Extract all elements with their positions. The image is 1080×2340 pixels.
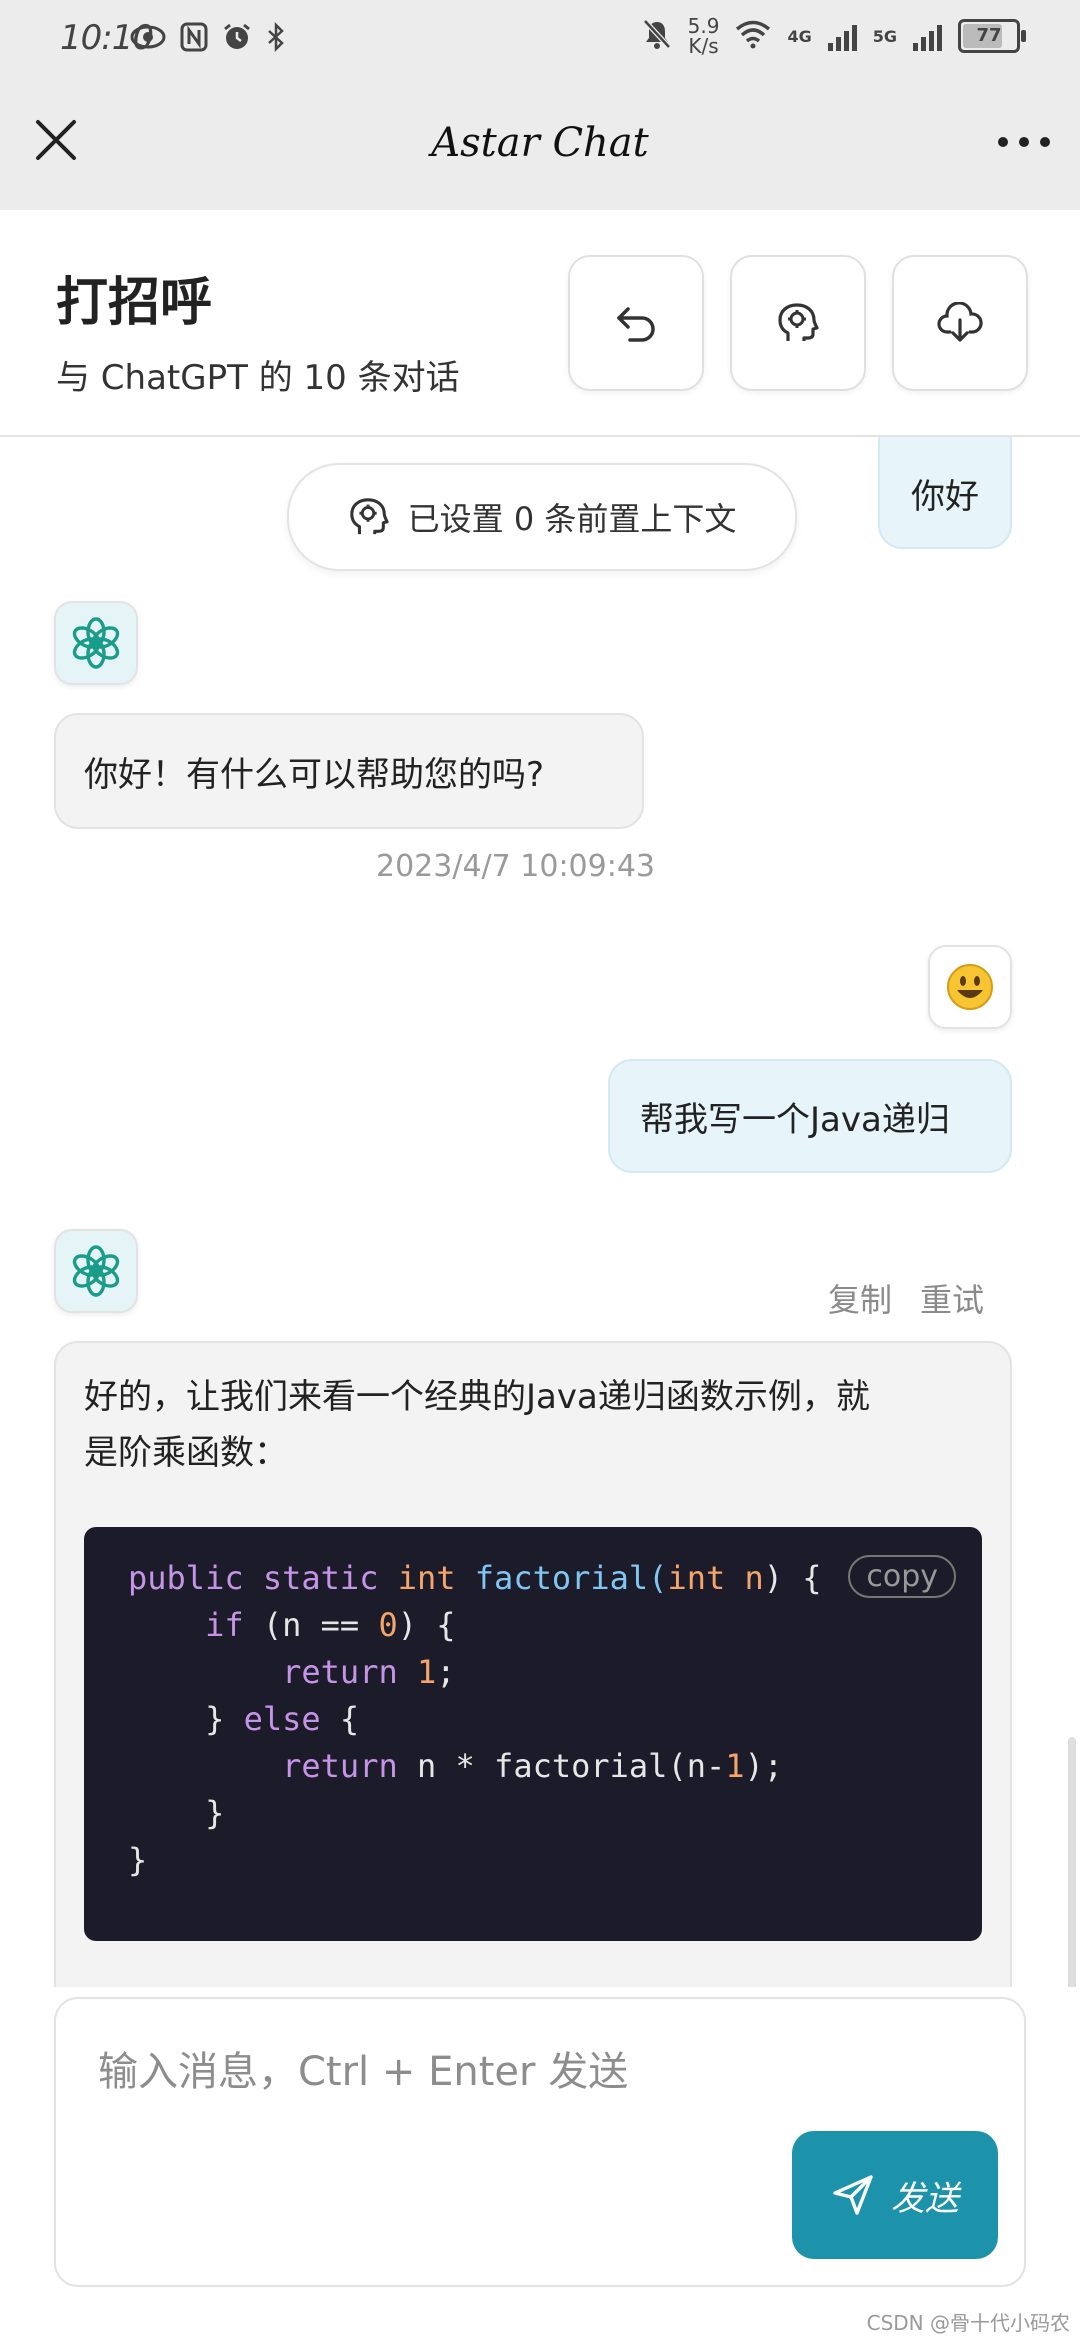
openai-logo-icon	[72, 1245, 120, 1297]
code-block: copy public static int factorial(int n) …	[84, 1527, 982, 1941]
wifi-icon	[735, 19, 771, 53]
undo-icon	[617, 307, 655, 342]
code-token: else	[243, 1700, 321, 1738]
copy-code-button[interactable]: copy	[848, 1555, 956, 1598]
openai-logo-icon	[72, 617, 120, 669]
code-token: int	[397, 1559, 456, 1597]
message-input[interactable]: 输入消息，Ctrl + Enter 发送 发送	[54, 1997, 1026, 2287]
signal-bars-2-icon	[913, 21, 942, 51]
code-line: }	[128, 1794, 225, 1832]
cloud-download-icon	[937, 302, 983, 342]
download-button[interactable]	[892, 255, 1028, 391]
user-avatar	[928, 945, 1012, 1029]
code-line: }	[128, 1841, 148, 1879]
code-token: ) {	[397, 1606, 456, 1644]
retry-button[interactable]: 重试	[920, 1275, 984, 1321]
speed-unit: K/s	[688, 34, 719, 58]
code-line: return n * factorial(n-1);	[128, 1743, 982, 1790]
network-type-1: 4G	[787, 26, 812, 46]
message-text-block: 好的，让我们来看一个经典的Java递归函数示例，就 是阶乘函数：	[84, 1369, 870, 1481]
assistant-message: 你好！有什么可以帮助您的吗?	[54, 713, 644, 829]
code-token: }	[128, 1700, 244, 1738]
status-right-icons: 5.9 K/s 4G 5G 77	[642, 16, 1026, 56]
battery-icon: 77	[958, 19, 1026, 53]
smiley-face-icon	[947, 964, 993, 1010]
code-token: return	[282, 1747, 398, 1785]
send-icon	[833, 2175, 873, 2215]
bluetooth-icon	[266, 21, 286, 60]
chat-area[interactable]: 已设置 0 条前置上下文 你好 你好！有什么可以帮助您的吗? 2023/4/7 …	[0, 437, 1080, 1987]
user-message: 帮我写一个Java递归	[608, 1059, 1012, 1173]
code-token: 1	[397, 1653, 437, 1691]
bot-avatar	[54, 601, 138, 685]
user-message: 你好	[878, 437, 1012, 549]
bot-avatar	[54, 1229, 138, 1313]
code-token: 0	[378, 1606, 398, 1644]
signal-bars-1-icon	[827, 21, 857, 51]
code-token: public	[128, 1559, 244, 1597]
message-input-placeholder: 输入消息，Ctrl + Enter 发送	[98, 2049, 629, 2095]
status-bar: 10:10 5.9 K/s 4G 5G 77	[0, 0, 1080, 80]
network-type-2: 5G	[872, 26, 897, 46]
brain-head-icon	[349, 498, 389, 535]
message-text: 你好	[911, 476, 979, 517]
bell-off-icon	[642, 18, 672, 54]
app-bar: Astar Chat	[0, 80, 1080, 210]
context-pill-label: 已设置 0 条前置上下文	[407, 500, 737, 538]
code-token: 1	[725, 1747, 745, 1785]
battery-level: 77	[976, 25, 1002, 46]
code-token: (n ==	[243, 1606, 379, 1644]
message-timestamp: 2023/4/7 10:09:43	[376, 849, 656, 884]
app-title: Astar Chat	[431, 120, 649, 166]
send-button-label: 发送	[891, 2178, 959, 2219]
chat-subtitle: 与 ChatGPT 的 10 条对话	[56, 358, 460, 398]
copy-message-button[interactable]: 复制	[828, 1275, 892, 1321]
context-pill[interactable]: 已设置 0 条前置上下文	[287, 463, 797, 571]
chat-scrollbar[interactable]	[1068, 1737, 1076, 1987]
chat-header: 打招呼 与 ChatGPT 的 10 条对话	[0, 210, 1080, 437]
status-left-icons	[130, 21, 286, 60]
more-icon	[998, 137, 1050, 147]
nfc-icon	[180, 22, 208, 60]
code-token: ;	[436, 1653, 456, 1691]
context-settings-button[interactable]	[730, 255, 866, 391]
message-text: 你好！有什么可以帮助您的吗?	[84, 754, 545, 795]
alarm-icon	[222, 22, 252, 60]
chat-title: 打招呼	[56, 273, 213, 333]
code-line: if (n == 0) {	[128, 1602, 982, 1649]
message-text: 是阶乘函数：	[84, 1433, 288, 1473]
message-actions: 复制 重试	[828, 1275, 984, 1321]
code-token: if	[205, 1606, 244, 1644]
message-text: 好的，让我们来看一个经典的Java递归函数示例，就	[84, 1377, 870, 1417]
more-options-button[interactable]	[992, 112, 1056, 172]
network-speed: 5.9 K/s	[688, 16, 720, 56]
code-token: n * factorial(n-	[397, 1747, 726, 1785]
message-text: 帮我写一个Java递归	[640, 1099, 950, 1140]
send-button[interactable]: 发送	[792, 2131, 998, 2259]
code-line: } else {	[128, 1696, 982, 1743]
code-token: );	[744, 1747, 784, 1785]
code-token: factorial(	[474, 1559, 668, 1597]
code-token: {	[320, 1700, 360, 1738]
eye-icon	[130, 22, 166, 60]
code-token: int n	[667, 1559, 764, 1597]
undo-button[interactable]	[568, 255, 704, 391]
code-token: static	[262, 1559, 379, 1597]
code-line: return 1;	[128, 1649, 982, 1696]
watermark: CSDN @骨十代小码农	[866, 2311, 1070, 2335]
speed-value: 5.9	[687, 14, 720, 38]
code-token: ) {	[763, 1559, 822, 1597]
brain-head-icon	[778, 303, 819, 341]
code-token: return	[282, 1653, 398, 1691]
